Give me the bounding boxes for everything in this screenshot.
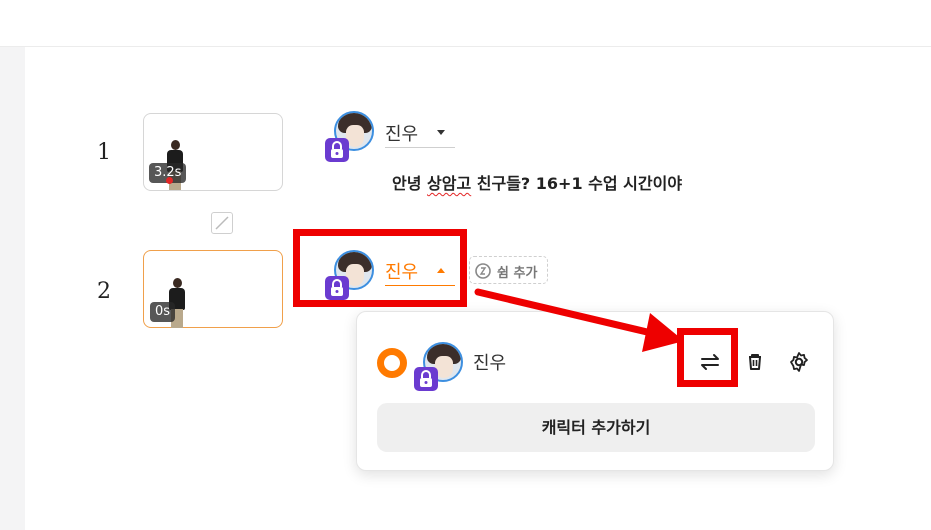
swap-icon[interactable] xyxy=(696,348,724,376)
duration-badge: 0s xyxy=(150,302,176,322)
character-select-underline xyxy=(385,284,455,286)
add-character-button[interactable]: 캐릭터 추가하기 xyxy=(377,403,815,452)
row-number: 2 xyxy=(97,279,111,304)
add-rest-button[interactable]: 쉼 추가 xyxy=(469,256,548,284)
trash-icon[interactable] xyxy=(741,348,769,376)
scene-thumbnail[interactable]: 3.2s xyxy=(143,113,283,191)
character-select-value[interactable]: 진우 xyxy=(385,120,418,146)
character-select-value-open[interactable]: 진우 xyxy=(385,258,418,284)
left-sidebar-strip xyxy=(0,47,25,530)
row-number: 1 xyxy=(97,140,111,165)
lock-icon xyxy=(325,276,349,300)
lock-icon xyxy=(325,138,349,162)
dialogue-text[interactable]: 안녕 상암고 친구들? 16+1 수업 시간이야 xyxy=(392,170,682,194)
timer-icon xyxy=(475,263,491,279)
popup-character-name: 진우 xyxy=(473,353,507,374)
lock-icon xyxy=(414,367,438,391)
transition-toggle[interactable] xyxy=(211,212,233,234)
gear-icon[interactable] xyxy=(785,348,813,376)
playhead-dot xyxy=(166,177,173,184)
dialogue-misspelled: 상암고 xyxy=(427,174,472,193)
character-dropdown-popup: 진우 캐릭터 추가하기 xyxy=(356,311,834,471)
scene-thumbnail-active[interactable]: 0s xyxy=(143,250,283,328)
dialogue-suffix: 친구들? 16+1 수업 시간이야 xyxy=(471,174,683,193)
top-bar xyxy=(0,0,931,47)
chevron-down-icon[interactable] xyxy=(437,130,445,135)
chevron-up-icon[interactable] xyxy=(437,268,445,273)
dialogue-prefix: 안녕 xyxy=(392,174,428,193)
add-rest-label: 쉼 추가 xyxy=(497,266,538,281)
character-select-underline xyxy=(385,146,455,148)
character-radio-selected[interactable] xyxy=(377,348,407,378)
